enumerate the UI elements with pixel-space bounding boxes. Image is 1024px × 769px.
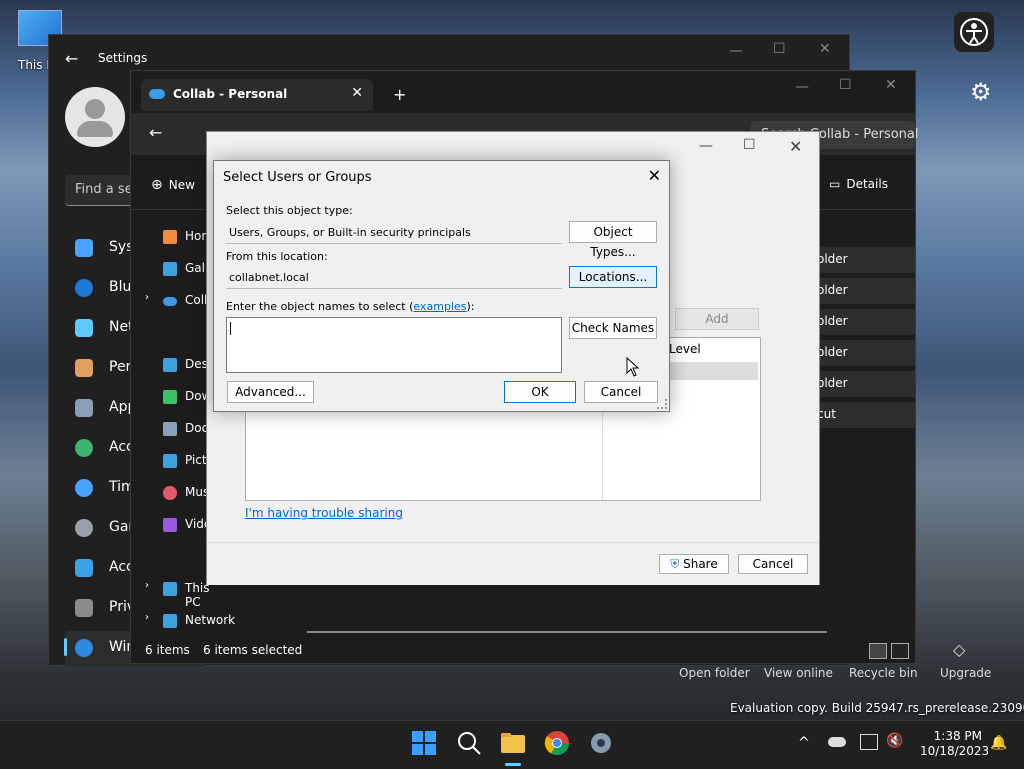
- network-tray-icon[interactable]: [860, 734, 878, 750]
- uac-shield-icon: ⛨: [670, 557, 680, 571]
- view-online-action[interactable]: View online: [764, 666, 833, 680]
- location-label: From this location:: [226, 250, 328, 263]
- plus-circle-icon: ⊕: [151, 177, 163, 193]
- advanced-button[interactable]: Advanced...: [227, 381, 314, 403]
- object-type-field: Users, Groups, or Built-in security prin…: [226, 223, 562, 244]
- close-icon[interactable]: ✕: [819, 41, 831, 57]
- volume-muted-icon[interactable]: 🔇: [886, 733, 903, 749]
- expand-chevron-icon[interactable]: ›: [145, 580, 149, 591]
- windows-start-icon[interactable]: [410, 729, 438, 757]
- user-avatar[interactable]: [65, 87, 125, 147]
- location-field: collabnet.local: [226, 268, 562, 289]
- file-explorer-icon[interactable]: [499, 729, 527, 757]
- select-users-dialog: Select Users or Groups ✕ Select this obj…: [213, 160, 670, 412]
- horizontal-scrollbar[interactable]: [307, 631, 827, 633]
- tab-close-icon[interactable]: ✕: [351, 85, 363, 101]
- details-view-icon[interactable]: [869, 643, 887, 659]
- dialog-title: Select Users or Groups: [223, 170, 372, 185]
- open-folder-action[interactable]: Open folder: [679, 666, 750, 680]
- active-indicator: [64, 638, 67, 656]
- tab-collab-personal[interactable]: Collab - Personal ✕: [141, 79, 373, 111]
- clock-date: 10/18/2023: [920, 744, 990, 758]
- settings-gear-icon[interactable]: [587, 729, 615, 757]
- share-minimize-icon[interactable]: —: [699, 138, 713, 154]
- file-row[interactable]: older: [815, 278, 915, 304]
- gear-icon[interactable]: ⚙: [970, 78, 998, 106]
- taskbar: ^ 🔇 1:38 PM 10/18/2023 🔔: [0, 720, 1024, 769]
- expand-chevron-icon[interactable]: ›: [145, 612, 149, 623]
- level-column-header[interactable]: Level: [669, 342, 701, 356]
- minimize-icon[interactable]: —: [729, 43, 743, 59]
- details-pane-icon: ▭: [829, 177, 841, 191]
- file-row[interactable]: older: [815, 309, 915, 335]
- object-types-button[interactable]: Object Types...: [569, 221, 657, 259]
- object-names-input[interactable]: [226, 317, 562, 373]
- chrome-icon[interactable]: [543, 729, 571, 757]
- status-selected-count: 6 items selected: [203, 643, 303, 657]
- search-icon[interactable]: [455, 729, 483, 757]
- upgrade-action[interactable]: Upgrade: [940, 666, 991, 680]
- file-row[interactable]: older: [815, 247, 915, 273]
- back-arrow-icon[interactable]: ←: [149, 123, 162, 142]
- back-arrow-icon[interactable]: ←: [65, 49, 78, 68]
- locations-button[interactable]: Locations...: [569, 266, 657, 288]
- object-type-label: Select this object type:: [226, 204, 353, 217]
- clock[interactable]: 1:38 PM 10/18/2023: [920, 729, 990, 759]
- resize-grip[interactable]: [657, 399, 667, 409]
- new-tab-icon[interactable]: +: [393, 85, 406, 104]
- dialog-close-icon[interactable]: ✕: [648, 166, 661, 185]
- share-button[interactable]: ⛨ Share: [659, 554, 729, 574]
- share-dialog-footer: ⛨ Share Cancel: [207, 542, 819, 585]
- explorer-maximize-icon[interactable]: ☐: [839, 77, 852, 93]
- notification-bell-icon[interactable]: 🔔: [990, 735, 1007, 751]
- expand-chevron-icon[interactable]: ›: [145, 292, 149, 303]
- onedrive-cloud-icon: [149, 89, 165, 99]
- accessibility-icon[interactable]: [954, 12, 994, 52]
- details-button[interactable]: ▭ Details: [829, 177, 888, 191]
- clock-time: 1:38 PM: [933, 729, 982, 743]
- status-item-count: 6 items: [145, 643, 190, 657]
- file-row[interactable]: cut: [815, 402, 915, 428]
- chevron-up-icon[interactable]: ^: [798, 735, 810, 751]
- trouble-sharing-link[interactable]: I'm having trouble sharing: [245, 506, 403, 520]
- new-button[interactable]: ⊕ New: [151, 177, 195, 193]
- share-maximize-icon[interactable]: ☐: [743, 137, 756, 153]
- settings-title: Settings: [98, 51, 148, 65]
- examples-link[interactable]: examples: [413, 300, 466, 313]
- object-names-label: Enter the object names to select (exampl…: [226, 300, 475, 313]
- recycle-bin-action[interactable]: Recycle bin: [849, 666, 918, 680]
- share-cancel-button[interactable]: Cancel: [738, 554, 808, 574]
- active-app-indicator: [505, 763, 521, 766]
- add-button[interactable]: Add: [675, 308, 759, 330]
- onedrive-tray-icon[interactable]: [828, 737, 846, 747]
- cancel-button[interactable]: Cancel: [584, 381, 658, 403]
- tiles-view-icon[interactable]: [891, 643, 909, 659]
- diamond-icon: ◇: [953, 640, 966, 659]
- share-close-icon[interactable]: ✕: [789, 137, 802, 156]
- ok-button[interactable]: OK: [504, 381, 576, 403]
- evaluation-watermark: Evaluation copy. Build 25947.rs_prerelea…: [730, 701, 1024, 715]
- file-row[interactable]: older: [815, 340, 915, 366]
- explorer-minimize-icon[interactable]: —: [795, 79, 809, 95]
- file-row[interactable]: older: [815, 371, 915, 397]
- explorer-close-icon[interactable]: ✕: [885, 77, 897, 93]
- mouse-cursor-icon: [626, 356, 640, 380]
- check-names-button[interactable]: Check Names: [569, 317, 657, 339]
- maximize-icon[interactable]: ☐: [773, 41, 786, 57]
